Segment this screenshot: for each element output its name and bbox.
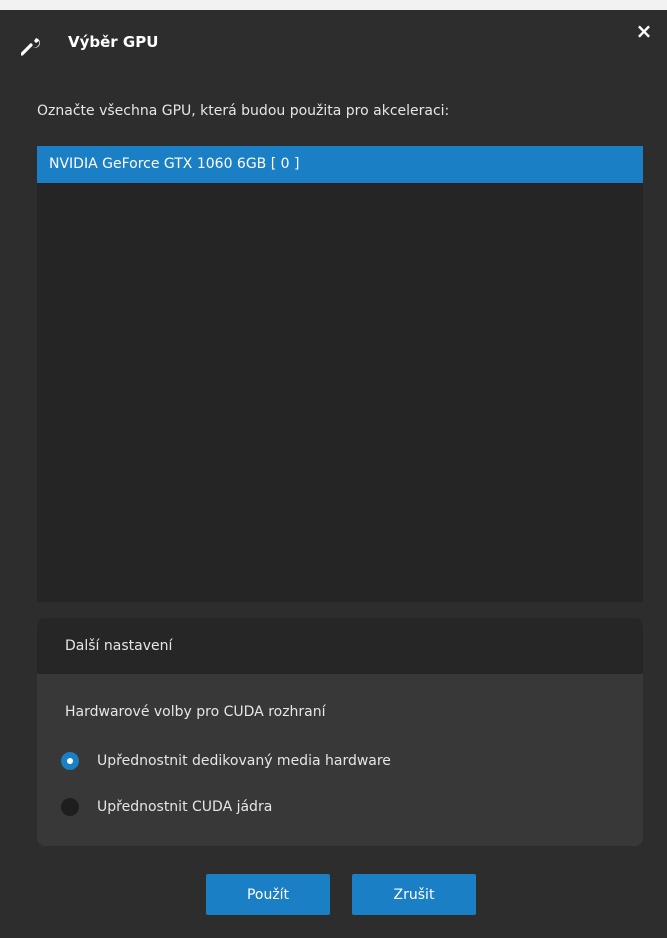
gpu-list[interactable]: NVIDIA GeForce GTX 1060 6GB [ 0 ] <box>37 146 643 602</box>
cuda-options-label: Hardwarové volby pro CUDA rozhraní <box>65 704 326 720</box>
radio-label: Upřednostnit dedikovaný media hardware <box>97 753 391 769</box>
gpu-list-item[interactable]: NVIDIA GeForce GTX 1060 6GB [ 0 ] <box>37 146 643 183</box>
radio-prefer-media-hardware[interactable]: Upřednostnit dedikovaný media hardware <box>61 752 391 770</box>
radio-button-unchecked[interactable] <box>61 798 79 816</box>
settings-header: Další nastavení <box>37 618 643 674</box>
dialog-title: Výběr GPU <box>68 33 159 51</box>
apply-button[interactable]: Použít <box>206 874 330 915</box>
title-bar: Výběr GPU × <box>0 10 667 70</box>
close-icon: × <box>635 19 653 43</box>
radio-label: Upřednostnit CUDA jádra <box>97 799 273 815</box>
radio-prefer-cuda-cores[interactable]: Upřednostnit CUDA jádra <box>61 798 272 816</box>
cancel-button[interactable]: Zrušit <box>352 874 476 915</box>
gpu-selection-dialog: Výběr GPU × Označte všechna GPU, která b… <box>0 10 667 938</box>
wrench-icon <box>20 36 41 56</box>
close-button[interactable]: × <box>633 20 655 42</box>
additional-settings-panel: Další nastavení Hardwarové volby pro CUD… <box>37 618 643 846</box>
radio-button-checked[interactable] <box>61 752 79 770</box>
instruction-text: Označte všechna GPU, která budou použita… <box>37 103 450 119</box>
